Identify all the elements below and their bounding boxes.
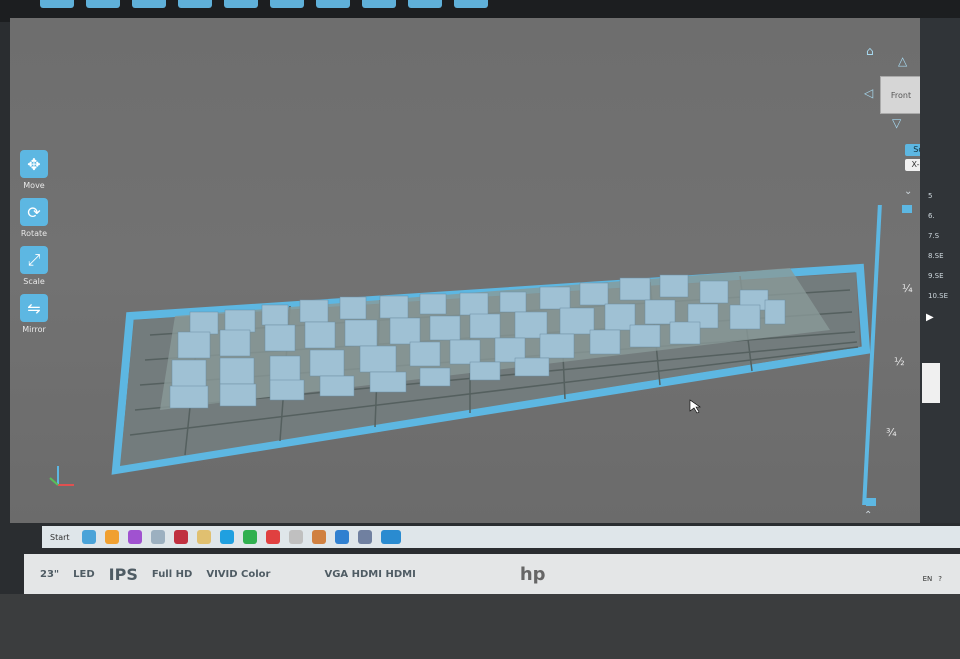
skype-icon[interactable] <box>219 530 234 544</box>
panel-item[interactable]: 7.S <box>928 232 960 240</box>
chevron-up-icon[interactable]: ⌃ <box>864 510 872 521</box>
layer-slider-top-handle[interactable] <box>902 205 912 213</box>
slider-label-three-quarter: ¾ <box>886 426 897 439</box>
sticker-ports: VGA HDMI HDMI <box>324 568 416 580</box>
right-panel: 5 6. 7.S 8.SE 9.SE 10.SE ▶ <box>920 18 960 523</box>
arrow-down-icon[interactable]: ▽ <box>892 116 901 130</box>
mirror-icon[interactable]: ⇋ <box>20 294 48 322</box>
move-icon[interactable]: ✥ <box>20 150 48 178</box>
move-label: Move <box>23 181 45 190</box>
home-icon[interactable]: ⌂ <box>866 44 874 58</box>
panel-item[interactable]: 5 <box>928 192 960 200</box>
play-icon[interactable]: ▶ <box>926 312 960 323</box>
slider-label-quarter: ¼ <box>902 282 913 295</box>
start-button[interactable]: Start <box>50 533 70 542</box>
sticker-size: 23" <box>40 568 60 580</box>
mirror-label: Mirror <box>22 325 46 334</box>
app-icon[interactable] <box>357 530 372 544</box>
app-icon[interactable] <box>173 530 188 544</box>
mirror-tool[interactable]: ⇋ Mirror <box>14 294 54 334</box>
panel-item[interactable]: 10.SE <box>928 292 960 300</box>
sticker-vivid: VIVID Color <box>206 568 271 580</box>
windows-taskbar: Start <box>42 526 960 548</box>
app-icon[interactable] <box>127 530 142 544</box>
desk-area <box>0 594 960 659</box>
system-tray: EN ? <box>923 575 942 583</box>
chevron-down-icon[interactable]: ⌄ <box>904 186 912 197</box>
view-cube-face-front[interactable]: Front <box>880 76 922 114</box>
edge-icon[interactable] <box>334 530 349 544</box>
help-icon[interactable]: ? <box>938 575 942 583</box>
folder-icon[interactable] <box>196 530 211 544</box>
rotate-tool[interactable]: ⟳ Rotate <box>14 198 54 238</box>
slider-label-half: ½ <box>894 355 905 368</box>
app-icon[interactable] <box>311 530 326 544</box>
monitor-bezel-stickers: 23" LED IPS Full HD VIVID Color VGA HDMI… <box>24 554 960 594</box>
arrow-up-icon[interactable]: △ <box>898 54 907 68</box>
panel-item[interactable]: 6. <box>928 212 960 220</box>
panel-item[interactable]: 8.SE <box>928 252 960 260</box>
transform-toolbar: ✥ Move ⟳ Rotate ⤢ Scale ⇋ Mirror <box>14 150 54 342</box>
chrome-icon[interactable] <box>265 530 280 544</box>
sticker-fullhd: Full HD <box>151 568 193 580</box>
line-icon[interactable] <box>242 530 257 544</box>
sticker-ips: IPS <box>108 564 138 584</box>
panel-button[interactable] <box>922 363 940 403</box>
edge-icon[interactable] <box>81 530 96 544</box>
app-icon[interactable] <box>288 530 303 544</box>
rotate-icon[interactable]: ⟳ <box>20 198 48 226</box>
slicer-app-icon[interactable] <box>380 530 401 544</box>
office-icon[interactable] <box>104 530 119 544</box>
sticker-led: LED <box>73 568 95 580</box>
move-tool[interactable]: ✥ Move <box>14 150 54 190</box>
scale-tool[interactable]: ⤢ Scale <box>14 246 54 286</box>
rotate-label: Rotate <box>20 229 48 238</box>
layer-slider-bottom-handle[interactable] <box>866 498 876 506</box>
axis-gizmo <box>49 466 74 486</box>
panel-item[interactable]: 9.SE <box>928 272 960 280</box>
mouse-cursor <box>689 399 701 414</box>
arrow-left-icon[interactable]: ◁ <box>864 86 873 100</box>
scale-icon[interactable]: ⤢ <box>20 246 48 274</box>
app-icon[interactable] <box>150 530 165 544</box>
hp-logo: hp <box>519 563 546 585</box>
scale-label: Scale <box>23 277 45 286</box>
language-indicator[interactable]: EN <box>923 575 933 583</box>
